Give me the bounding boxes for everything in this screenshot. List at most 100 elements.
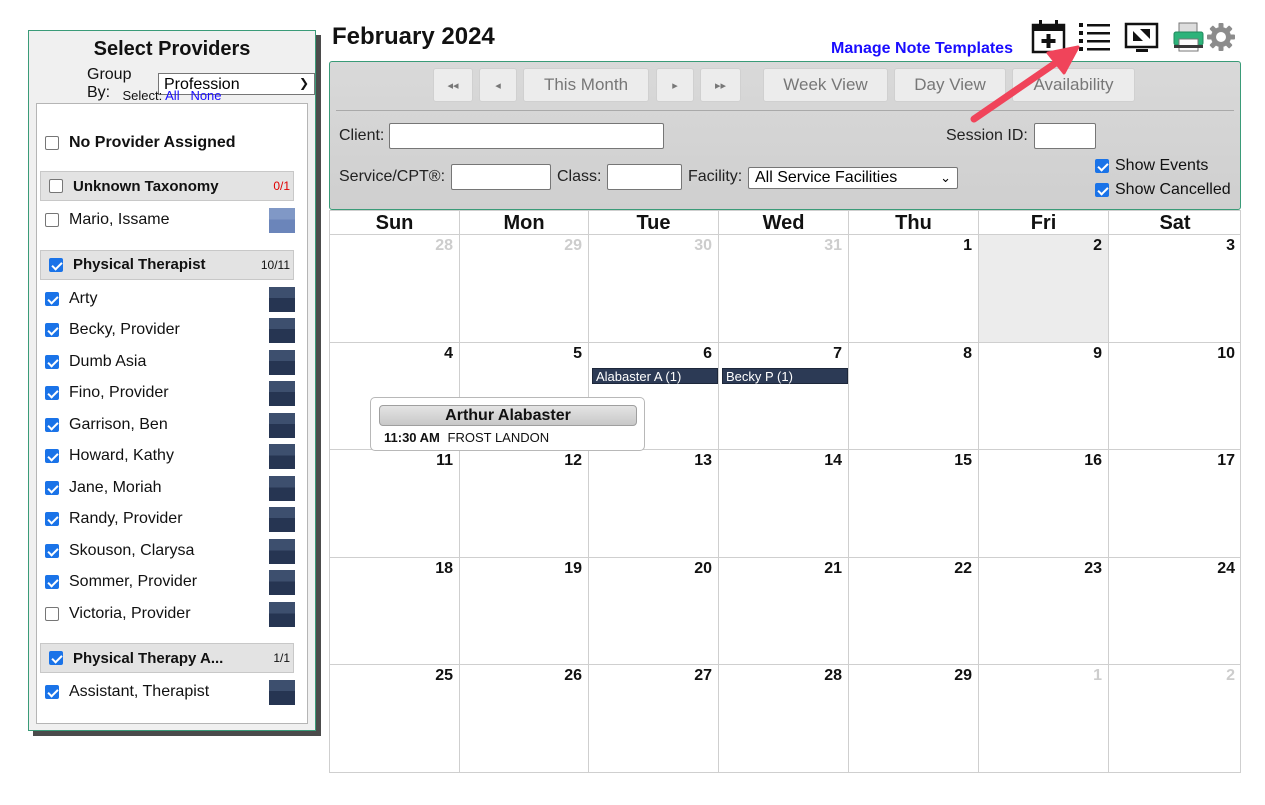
day-number[interactable]: 16 bbox=[1084, 452, 1102, 470]
day-number[interactable]: 5 bbox=[573, 345, 582, 363]
provider-checkbox[interactable] bbox=[45, 417, 59, 432]
first-page-button[interactable]: ◂◂ bbox=[433, 68, 473, 102]
next-button[interactable]: ▸ bbox=[656, 68, 694, 102]
client-input[interactable] bbox=[389, 123, 664, 149]
provider-row[interactable]: Mario, Issame bbox=[45, 208, 295, 233]
day-cell[interactable]: 31 bbox=[719, 235, 849, 343]
day-cell[interactable]: 14 bbox=[719, 450, 849, 558]
this-month-button[interactable]: This Month bbox=[523, 68, 649, 102]
day-number[interactable]: 2 bbox=[1226, 667, 1235, 685]
show-events-toggle[interactable]: Show Events bbox=[1095, 157, 1208, 175]
provider-row[interactable]: Randy, Provider bbox=[45, 507, 295, 532]
provider-row[interactable]: Skouson, Clarysa bbox=[45, 538, 295, 564]
day-cell[interactable]: 20 bbox=[589, 557, 719, 665]
provider-checkbox[interactable] bbox=[45, 480, 59, 495]
day-number[interactable]: 29 bbox=[564, 237, 582, 255]
day-cell[interactable]: 17 bbox=[1109, 450, 1241, 558]
provider-row[interactable]: Becky, Provider bbox=[45, 318, 295, 343]
day-cell[interactable]: 18 bbox=[330, 557, 460, 665]
day-cell[interactable]: 26 bbox=[460, 665, 589, 773]
provider-row[interactable]: Howard, Kathy bbox=[45, 444, 295, 469]
day-cell[interactable]: 3 bbox=[1109, 235, 1241, 343]
service-cpt-input[interactable] bbox=[451, 164, 551, 190]
day-number[interactable]: 30 bbox=[694, 237, 712, 255]
day-cell[interactable]: 15 bbox=[849, 450, 979, 558]
day-cell[interactable]: 21 bbox=[719, 557, 849, 665]
appointment-patient-name[interactable]: Arthur Alabaster bbox=[379, 405, 637, 426]
provider-row[interactable]: Fino, Provider bbox=[45, 381, 295, 406]
provider-checkbox[interactable] bbox=[45, 575, 59, 589]
provider-checkbox[interactable] bbox=[45, 354, 59, 369]
day-number[interactable]: 26 bbox=[564, 667, 582, 685]
day-cell[interactable]: 10 bbox=[1109, 343, 1241, 450]
event-bar[interactable]: Alabaster A (1) bbox=[592, 367, 718, 384]
provider-row[interactable]: Jane, Moriah bbox=[45, 475, 295, 501]
day-number[interactable]: 18 bbox=[435, 560, 453, 578]
day-cell[interactable]: 16 bbox=[979, 450, 1109, 558]
day-cell[interactable]: 2 bbox=[1109, 665, 1241, 773]
day-number[interactable]: 29 bbox=[954, 667, 972, 685]
day-cell[interactable]: 29 bbox=[849, 665, 979, 773]
provider-checkbox[interactable] bbox=[45, 323, 59, 337]
select-none-link[interactable]: None bbox=[190, 88, 221, 103]
day-number[interactable]: 19 bbox=[564, 560, 582, 578]
day-number[interactable]: 9 bbox=[1093, 345, 1102, 363]
day-number[interactable]: 17 bbox=[1217, 452, 1235, 470]
day-number[interactable]: 22 bbox=[954, 560, 972, 578]
day-cell[interactable]: 9 bbox=[979, 342, 1109, 450]
day-number[interactable]: 13 bbox=[694, 452, 712, 470]
provider-checkbox[interactable] bbox=[45, 213, 59, 227]
provider-checkbox[interactable] bbox=[45, 685, 59, 699]
last-page-button[interactable]: ▸▸ bbox=[700, 68, 741, 102]
provider-row[interactable]: Sommer, Provider bbox=[45, 570, 295, 595]
day-cell[interactable]: 28 bbox=[330, 235, 460, 343]
day-number[interactable]: 10 bbox=[1217, 345, 1235, 363]
day-number[interactable]: 1 bbox=[1093, 667, 1102, 685]
show-cancelled-checkbox[interactable] bbox=[1095, 183, 1109, 197]
no-provider-row[interactable]: No Provider Assigned bbox=[45, 132, 295, 154]
group-checkbox[interactable] bbox=[49, 257, 63, 272]
previous-button[interactable]: ◂ bbox=[479, 68, 517, 102]
day-number[interactable]: 11 bbox=[436, 452, 453, 470]
day-cell[interactable]: 1 bbox=[849, 235, 979, 343]
group-checkbox[interactable] bbox=[49, 179, 63, 193]
day-cell[interactable]: 30 bbox=[589, 235, 719, 343]
provider-checkbox[interactable] bbox=[45, 449, 59, 463]
day-number[interactable]: 23 bbox=[1084, 560, 1102, 578]
day-number[interactable]: 28 bbox=[824, 667, 842, 685]
provider-row[interactable]: Assistant, Therapist bbox=[45, 680, 295, 705]
day-cell[interactable]: 25 bbox=[330, 665, 460, 773]
provider-row[interactable]: Dumb Asia bbox=[45, 349, 295, 375]
day-number[interactable]: 12 bbox=[564, 452, 582, 470]
day-number[interactable]: 15 bbox=[954, 452, 972, 470]
day-cell[interactable]: 28 bbox=[719, 665, 849, 773]
provider-row[interactable]: Arty bbox=[45, 286, 295, 312]
event-bar[interactable]: Becky P (1) bbox=[722, 367, 848, 384]
provider-row[interactable]: Garrison, Ben bbox=[45, 412, 295, 438]
provider-checkbox[interactable] bbox=[45, 543, 59, 558]
day-cell[interactable]: 29 bbox=[460, 235, 589, 343]
day-number[interactable]: 3 bbox=[1226, 237, 1235, 255]
day-cell[interactable]: 1 bbox=[979, 665, 1109, 773]
provider-checkbox[interactable] bbox=[45, 606, 59, 621]
day-number[interactable]: 21 bbox=[824, 560, 842, 578]
day-cell[interactable]: 19 bbox=[460, 557, 589, 665]
day-cell[interactable]: 13 bbox=[589, 450, 719, 558]
day-number[interactable]: 8 bbox=[963, 345, 972, 363]
show-events-checkbox[interactable] bbox=[1095, 159, 1109, 173]
day-cell[interactable]: 11 bbox=[330, 450, 460, 558]
day-cell[interactable]: 24 bbox=[1109, 558, 1241, 665]
no-provider-checkbox[interactable] bbox=[45, 136, 59, 150]
printer-icon[interactable] bbox=[1173, 22, 1205, 52]
day-number[interactable]: 27 bbox=[694, 667, 712, 685]
provider-checkbox[interactable] bbox=[45, 291, 59, 306]
provider-group-header[interactable]: Unknown Taxonomy 0/1 bbox=[40, 171, 294, 201]
week-view-button[interactable]: Week View bbox=[763, 68, 888, 102]
show-cancelled-toggle[interactable]: Show Cancelled bbox=[1095, 181, 1231, 199]
day-number[interactable]: 4 bbox=[444, 345, 453, 363]
day-number[interactable]: 20 bbox=[694, 560, 712, 578]
day-number[interactable]: 2 bbox=[1093, 237, 1102, 255]
day-cell[interactable]: 8 bbox=[849, 342, 979, 450]
day-number[interactable]: 31 bbox=[824, 237, 842, 255]
day-cell[interactable]: 27 bbox=[589, 665, 719, 773]
